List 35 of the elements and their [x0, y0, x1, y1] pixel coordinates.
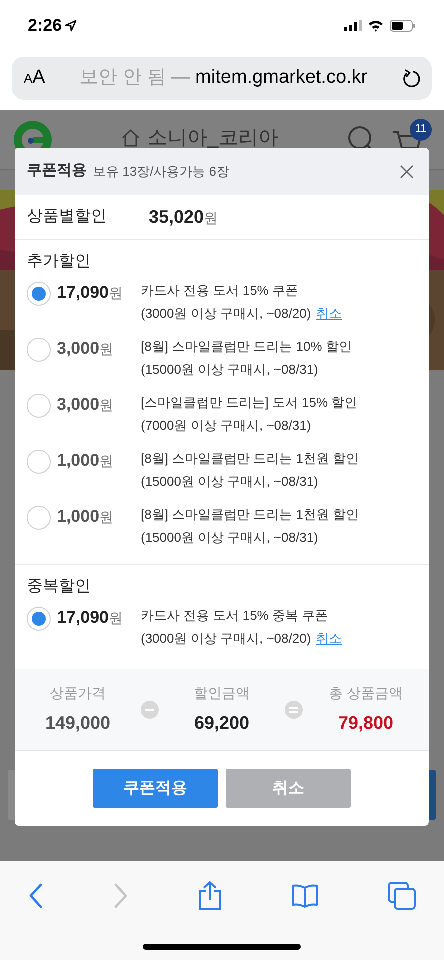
coupon-condition: (15000원 이상 구매시, ~08/31) — [141, 528, 318, 547]
section-title: 중복할인 — [27, 577, 92, 597]
summary-label: 총 상품금액 — [329, 684, 403, 702]
summary-label: 할인금액 — [194, 684, 250, 702]
coupon-amount: 17,090원 — [57, 607, 124, 629]
status-time: 2:26 — [28, 14, 62, 37]
coupon-condition: (3000원 이상 구매시, ~08/20) — [141, 630, 312, 648]
discount-amount: 35,020원 — [149, 206, 218, 228]
coupon-amount: 3,000원 — [57, 394, 115, 416]
coupon-name: [8월] 스마일클럽만 드리는 1천원 할인 — [141, 506, 360, 524]
discount-label: 상품별할인 — [27, 207, 108, 227]
summary-value: 79,800 — [338, 712, 394, 734]
coupon-name: [스마일클럽만 드리는] 도서 15% 할인 — [141, 394, 358, 412]
coupon-amount: 17,090원 — [57, 282, 124, 304]
coupon-condition: (3000원 이상 구매시, ~08/20) — [141, 304, 312, 323]
summary-value: 149,000 — [45, 712, 111, 734]
page-title: 소니아_코리아 — [147, 126, 279, 150]
security-note: 보안 안 됨 — — [80, 66, 191, 90]
dialog-subtitle: 보유 13장/사용가능 6장 — [93, 162, 231, 181]
coupon-amount: 1,000원 — [57, 506, 115, 528]
coupon-condition: (7000원 이상 구매시, ~08/31) — [141, 416, 312, 435]
coupon-name: 카드사 전용 도서 15% 쿠폰 — [141, 282, 300, 300]
coupon-name: [8월] 스마일클럽만 드리는 10% 할인 — [141, 338, 352, 356]
coupon-condition: (15000원 이상 구매시, ~08/31) — [141, 472, 318, 491]
summary-value: 69,200 — [194, 712, 250, 734]
dialog-title: 쿠폰적용 — [27, 161, 87, 182]
coupon-name: 카드사 전용 도서 15% 중복 쿠폰 — [141, 607, 330, 625]
summary-label: 상품가격 — [50, 684, 106, 702]
coupon-name: [8월] 스마일클럽만 드리는 1천원 할인 — [141, 450, 360, 468]
coupon-amount: 1,000원 — [57, 450, 115, 472]
coupon-condition: (15000원 이상 구매시, ~08/31) — [141, 360, 318, 379]
cart-badge: 11 — [410, 118, 432, 140]
section-title: 추가할인 — [27, 252, 92, 272]
coupon-amount: 3,000원 — [57, 338, 115, 360]
domain-text: mitem.gmarket.co.kr — [196, 66, 368, 90]
